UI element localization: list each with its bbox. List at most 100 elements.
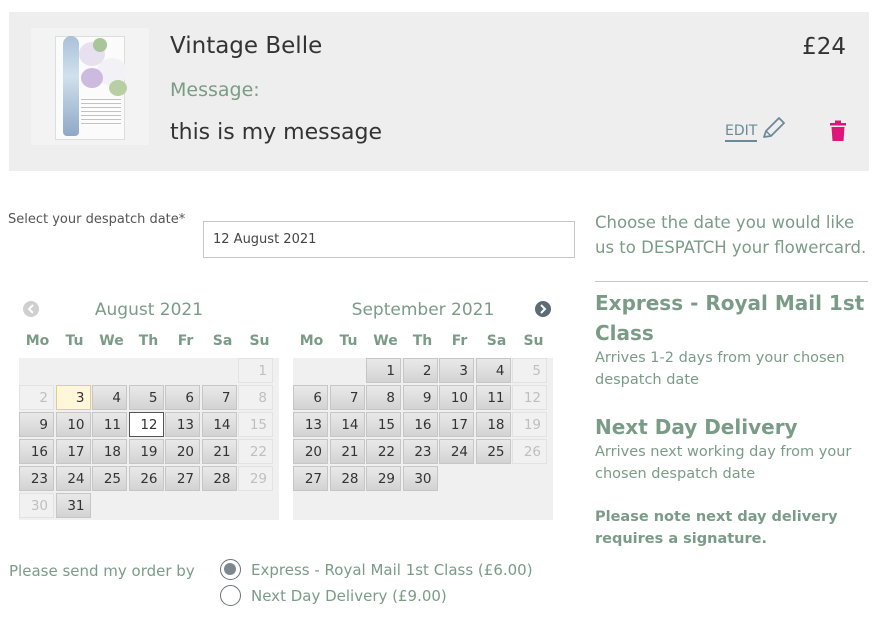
calendar-day[interactable]: 11 <box>92 412 127 437</box>
calendar-day[interactable]: 11 <box>475 385 511 410</box>
weekday-header: Mo Tu We Th Fr Sa Su <box>293 333 553 355</box>
calendar-empty-cell <box>439 466 474 491</box>
despatch-info: Choose the date you would like us to DES… <box>595 210 870 260</box>
calendar-day[interactable]: 29 <box>366 466 401 491</box>
calendar-day[interactable]: 16 <box>19 439 54 464</box>
calendar-day[interactable]: 6 <box>293 385 328 410</box>
message-label: Message: <box>170 79 260 101</box>
calendar-day[interactable]: 16 <box>402 412 438 437</box>
calendar-day[interactable]: 26 <box>128 466 164 491</box>
calendar-day[interactable]: 20 <box>165 439 200 464</box>
calendar-day[interactable]: 3 <box>55 385 91 410</box>
trash-icon[interactable] <box>829 120 847 142</box>
calendar-day[interactable]: 28 <box>329 466 365 491</box>
calendar-day-disabled: 2 <box>19 385 54 410</box>
calendar-day[interactable]: 4 <box>92 385 127 410</box>
calendar-day-disabled: 8 <box>238 385 273 410</box>
calendar-day[interactable]: 22 <box>366 439 401 464</box>
prev-month-icon[interactable] <box>23 301 39 317</box>
calendar-empty-cell <box>238 493 273 518</box>
product-price: £24 <box>802 34 846 60</box>
weekday-label: Fr <box>451 333 468 349</box>
weekday-label: Tu <box>65 333 84 349</box>
pencil-icon <box>763 117 786 138</box>
calendar-august: August 2021 Mo Tu We Th Fr Sa Su 1 2 3 4 5 6 7 8 9 10 11… <box>19 296 279 520</box>
calendar-day[interactable]: 23 <box>19 466 54 491</box>
calendar-day[interactable]: 17 <box>55 439 91 464</box>
calendar-day[interactable]: 9 <box>402 385 438 410</box>
calendar-empty-cell <box>165 493 200 518</box>
calendar-day[interactable]: 18 <box>92 439 127 464</box>
calendar-day-disabled: 5 <box>512 358 547 383</box>
express-description: Arrives 1-2 days from your chosen despat… <box>595 350 845 388</box>
calendar-day[interactable]: 8 <box>366 385 401 410</box>
calendar-day-disabled: 1 <box>238 358 273 383</box>
calendar-day[interactable]: 1 <box>366 358 401 383</box>
calendar-day[interactable]: 14 <box>201 412 237 437</box>
calendar-day[interactable]: 14 <box>329 412 365 437</box>
calendar-day[interactable]: 27 <box>293 466 328 491</box>
despatch-date-input[interactable] <box>203 221 575 258</box>
calendar-day[interactable]: 21 <box>329 439 365 464</box>
calendar-empty-cell <box>92 493 127 518</box>
delivery-option-express[interactable]: Express - Royal Mail 1st Class (£6.00) <box>220 559 533 580</box>
calendar-day[interactable]: 31 <box>55 493 91 518</box>
calendar-empty-cell <box>19 358 54 383</box>
next-day-title: Next Day Delivery <box>595 415 798 439</box>
calendar-day[interactable]: 27 <box>165 466 200 491</box>
calendar-day[interactable]: 24 <box>439 439 474 464</box>
calendar-day[interactable]: 20 <box>293 439 328 464</box>
weekday-label: Tu <box>339 333 358 349</box>
calendar-day[interactable]: 28 <box>201 466 237 491</box>
next-month-icon[interactable] <box>535 301 551 317</box>
delivery-option-label: Express - Royal Mail 1st Class (£6.00) <box>251 560 533 579</box>
calendar-day[interactable]: 6 <box>165 385 200 410</box>
calendar-day[interactable]: 25 <box>475 439 511 464</box>
calendar-day[interactable]: 10 <box>439 385 474 410</box>
calendar-september: September 2021 Mo Tu We Th Fr Sa Su 1234567891… <box>293 296 553 520</box>
calendar-day-disabled: 15 <box>238 412 273 437</box>
edit-message-button[interactable]: EDIT <box>725 116 786 142</box>
calendar-day[interactable]: 13 <box>165 412 200 437</box>
day-grid: 1 2 3 4 5 6 7 8 9 10 11 12 13 14 15 16 17 18 19 20 21 22 23 24 2… <box>19 358 279 520</box>
calendar-day[interactable]: 12 <box>128 412 164 437</box>
calendar-day[interactable]: 25 <box>92 466 127 491</box>
calendar-month-title: August 2021 <box>94 300 204 320</box>
radio-button[interactable] <box>220 559 241 580</box>
calendar-empty-cell <box>202 493 237 518</box>
calendar-day[interactable]: 2 <box>402 358 438 383</box>
calendar-day[interactable]: 19 <box>128 439 164 464</box>
calendar-day[interactable]: 13 <box>293 412 328 437</box>
send-order-label: Please send my order by <box>9 562 195 580</box>
product-name: Vintage Belle <box>170 33 323 59</box>
calendar-empty-cell <box>165 358 200 383</box>
calendar-day[interactable]: 10 <box>55 412 91 437</box>
weekday-label: Fr <box>177 333 194 349</box>
calendar-day[interactable]: 7 <box>201 385 237 410</box>
weekday-label: Su <box>523 333 544 349</box>
calendar-day[interactable]: 21 <box>201 439 237 464</box>
calendar-day[interactable]: 30 <box>402 466 438 491</box>
calendar-empty-cell <box>293 493 328 518</box>
weekday-label: Mo <box>299 333 324 349</box>
calendar-day[interactable]: 17 <box>439 412 474 437</box>
calendar-day[interactable]: 24 <box>55 466 91 491</box>
calendar-day[interactable]: 15 <box>366 412 401 437</box>
radio-button[interactable] <box>220 585 241 606</box>
delivery-option-next-day[interactable]: Next Day Delivery (£9.00) <box>220 585 447 606</box>
weekday-label: Th <box>138 333 159 349</box>
calendar-day[interactable]: 3 <box>439 358 474 383</box>
despatch-date-label: Select your despatch date* <box>8 212 186 227</box>
product-card: Vintage Belle Message: this is my messag… <box>9 12 869 171</box>
calendar-empty-cell <box>92 358 127 383</box>
calendar-day[interactable]: 7 <box>329 385 365 410</box>
express-title: Express - Royal Mail 1st Class <box>595 291 865 345</box>
calendar-day[interactable]: 18 <box>475 412 511 437</box>
calendar-month-title: September 2021 <box>351 300 495 320</box>
calendar-day-disabled: 22 <box>238 439 273 464</box>
calendar-day[interactable]: 23 <box>402 439 438 464</box>
calendar-day[interactable]: 5 <box>128 385 164 410</box>
calendar-day[interactable]: 9 <box>19 412 54 437</box>
calendar-day[interactable]: 4 <box>475 358 511 383</box>
calendar-empty-cell <box>512 493 547 518</box>
